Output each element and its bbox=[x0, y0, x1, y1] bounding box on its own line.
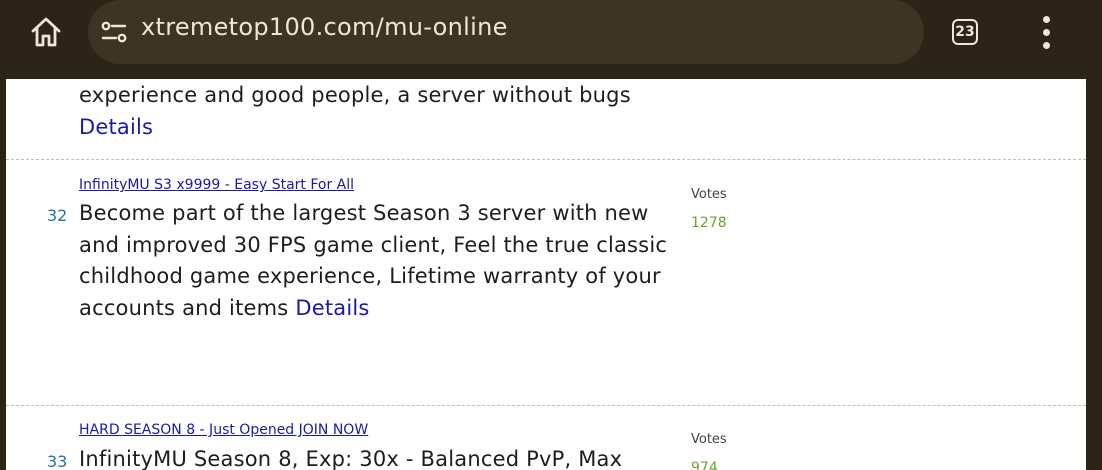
tab-switcher-button[interactable]: 23 bbox=[946, 13, 984, 51]
more-vert-icon-dot bbox=[1042, 28, 1050, 36]
entry-description: Become part of the largest Season 3 serv… bbox=[79, 198, 669, 324]
entry-description: InfinityMU Season 8, Exp: 30x - Balanced… bbox=[79, 444, 669, 470]
row-separator bbox=[6, 159, 1086, 160]
site-settings-button[interactable] bbox=[98, 16, 130, 48]
tune-icon bbox=[101, 21, 127, 43]
home-icon bbox=[31, 17, 61, 47]
votes-count: 974 bbox=[691, 460, 718, 470]
more-vert-icon-dot bbox=[1042, 15, 1050, 23]
url-text[interactable]: xtremetop100.com/mu-online bbox=[141, 13, 508, 41]
page-content: experience and good people, a server wit… bbox=[6, 79, 1086, 470]
votes-label: Votes bbox=[691, 432, 727, 447]
previous-entry-details-link[interactable]: Details bbox=[79, 115, 153, 139]
entry-description-text: InfinityMU Season 8, Exp: 30x - Balanced… bbox=[79, 447, 623, 470]
home-button[interactable] bbox=[26, 12, 66, 52]
entry-rank: 33 bbox=[47, 452, 68, 470]
page-edge bbox=[1086, 79, 1102, 470]
more-vert-icon-dot bbox=[1042, 41, 1050, 49]
previous-entry-text: experience and good people, a server wit… bbox=[79, 83, 631, 107]
browser-toolbar: xtremetop100.com/mu-online 23 bbox=[0, 0, 1102, 79]
entry-rank: 32 bbox=[47, 206, 68, 225]
votes-label: Votes bbox=[691, 187, 727, 202]
votes-count: 1278 bbox=[691, 215, 727, 231]
previous-entry-description: experience and good people, a server wit… bbox=[79, 80, 679, 143]
address-bar[interactable]: xtremetop100.com/mu-online bbox=[88, 0, 924, 64]
entry-description-text: Become part of the largest Season 3 serv… bbox=[79, 201, 668, 320]
entry-title-link[interactable]: HARD SEASON 8 - Just Opened JOIN NOW bbox=[79, 422, 368, 438]
tab-count: 23 bbox=[952, 19, 978, 45]
more-menu-button[interactable] bbox=[1028, 10, 1064, 54]
entry-details-link[interactable]: Details bbox=[295, 296, 369, 320]
entry-title-link[interactable]: InfinityMU S3 x9999 - Easy Start For All bbox=[79, 177, 354, 193]
row-separator bbox=[6, 405, 1086, 406]
